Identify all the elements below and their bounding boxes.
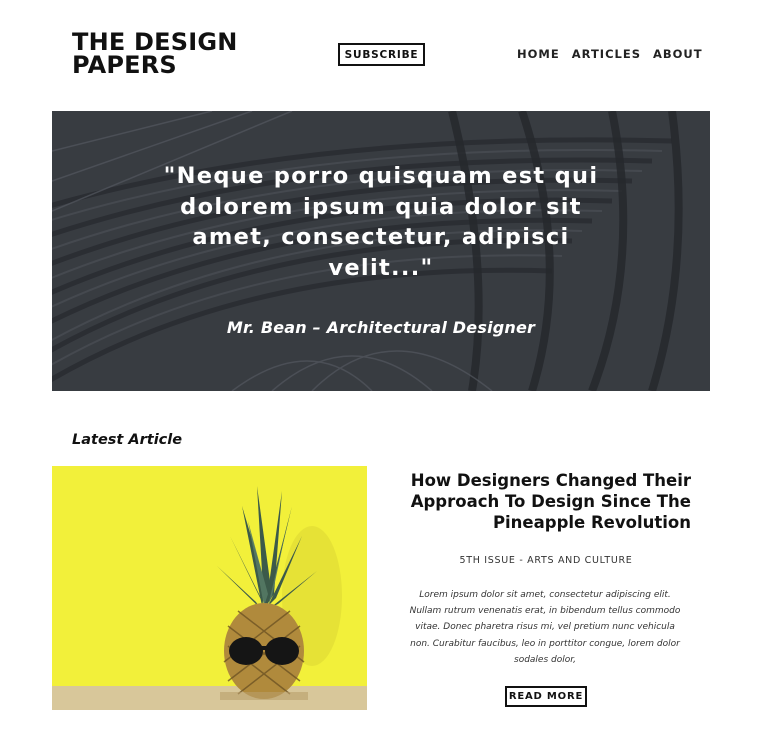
article-excerpt: Lorem ipsum dolor sit amet, consectetur … — [409, 590, 681, 665]
nav-item-home[interactable]: HOME — [517, 47, 560, 61]
hero-attribution: Mr. Bean – Architectural Designer — [226, 318, 536, 337]
pineapple-sunglasses-image — [52, 466, 367, 710]
hero-quote: "Neque porro quisquam est qui dolorem ip… — [163, 163, 599, 281]
article-image[interactable] — [52, 466, 367, 710]
read-more-button[interactable]: READ MORE — [505, 686, 587, 707]
hero-banner: "Neque porro quisquam est qui dolorem ip… — [52, 111, 710, 391]
main-nav: HOME ARTICLES ABOUT — [517, 47, 703, 61]
latest-article-heading: Latest Article — [72, 432, 183, 448]
article-meta: 5TH ISSUE - ARTS AND CULTURE — [459, 555, 633, 566]
site-logo[interactable]: THE DESIGN PAPERS — [72, 30, 238, 77]
subscribe-button[interactable]: SUBSCRIBE — [338, 43, 425, 66]
nav-item-about[interactable]: ABOUT — [653, 47, 703, 61]
nav-item-articles[interactable]: ARTICLES — [572, 47, 641, 61]
article-title[interactable]: How Designers Changed Their Approach To … — [390, 470, 691, 533]
